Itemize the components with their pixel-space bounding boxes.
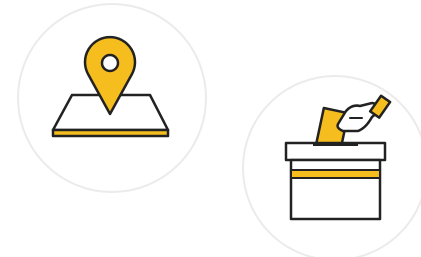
ballot-box-slot [313,142,358,146]
ballot-box-voting-icon [242,75,421,257]
illustration-canvas [17,3,421,257]
map-base-stripe [51,128,170,138]
ballot-box-body [289,158,382,221]
map-location-pin-icon [17,3,207,193]
ballot-box-stripe [290,169,381,179]
sleeve-cuff [368,94,392,119]
location-pin-hole [100,53,120,73]
icon-showcase [0,0,421,257]
